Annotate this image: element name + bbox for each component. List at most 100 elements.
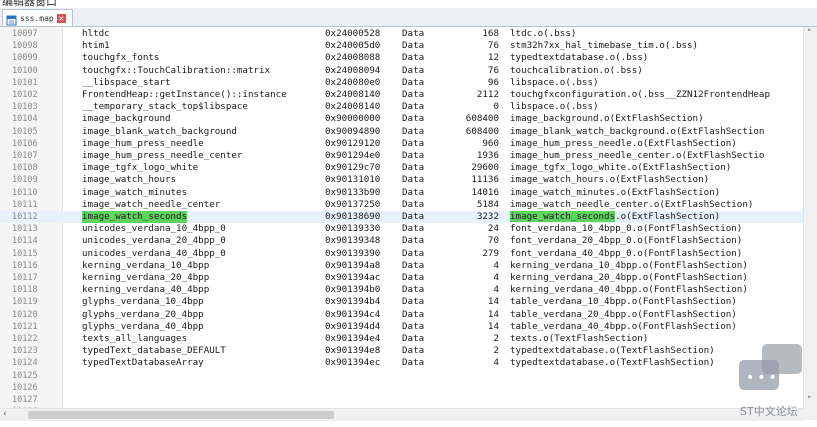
symbol-type: Data bbox=[402, 198, 425, 210]
map-line[interactable]: 10120 glyphs_verdana_20_4bpp 0x901394c4 Dat… bbox=[0, 309, 803, 321]
map-line[interactable]: 10106 image_hum_press_needle 0x90129120 Dat… bbox=[0, 138, 803, 150]
map-line[interactable]: 10127 bbox=[0, 394, 803, 406]
line-number: 10099 bbox=[12, 53, 38, 64]
symbol-size: 29600 bbox=[471, 162, 499, 174]
object-file: ltdc.o(.bss) bbox=[510, 28, 577, 39]
symbol-name: image_watch_hours bbox=[82, 174, 177, 186]
map-line[interactable]: 10114 unicodes_verdana_20_4bpp_0 0x9013934… bbox=[0, 235, 803, 247]
symbol-type: Data bbox=[402, 357, 425, 369]
map-line[interactable]: 10121 glyphs_verdana_40_4bpp 0x901394d4 Dat… bbox=[0, 321, 803, 333]
line-number: 10116 bbox=[12, 260, 38, 271]
symbol-type: Data bbox=[402, 101, 425, 113]
symbol-name: image_blank_watch_background bbox=[82, 125, 237, 137]
object-file: image_background.o(ExtFlashSection) bbox=[510, 113, 704, 125]
symbol-size: 1936 bbox=[476, 150, 499, 161]
map-line[interactable]: 10123 typedText_database_DEFAULT 0x901394e… bbox=[0, 345, 803, 357]
editor-area[interactable]: 10097 hltdc 0x24000528 Data 168 ltdc.o(.bss) 1… bbox=[0, 27, 803, 408]
symbol-type: Data bbox=[402, 137, 425, 149]
symbol-type: Data bbox=[402, 186, 425, 198]
symbol-address: 0x90094890 bbox=[325, 125, 381, 137]
symbol-size: 96 bbox=[487, 76, 499, 88]
symbol-name: image_watch_needle_center bbox=[82, 198, 221, 210]
object-file: kerning_verdana_20_4bpp.o(FontFlashSecti… bbox=[510, 272, 748, 283]
symbol-type: Data bbox=[402, 174, 425, 186]
symbol-size: 2 bbox=[493, 333, 499, 344]
object-file: image_watch_minutes.o(ExtFlashSection) bbox=[510, 186, 721, 198]
line-number: 10113 bbox=[12, 224, 38, 235]
scroll-left-icon[interactable]: ‹ bbox=[3, 409, 7, 419]
map-line[interactable]: 10115 unicodes_verdana_40_4bpp_0 0x9013939… bbox=[0, 248, 803, 260]
symbol-name: touchgfx_fonts bbox=[82, 52, 160, 64]
symbol-type: Data bbox=[402, 247, 425, 259]
line-number: 10122 bbox=[12, 334, 38, 344]
map-line[interactable]: 10097 hltdc 0x24000528 Data 168 ltdc.o(.bss) bbox=[0, 28, 803, 40]
map-line[interactable]: 10122 texts_all_languages 0x901394e4 Data 2 t… bbox=[0, 333, 803, 345]
map-line[interactable]: 10098 htim1 0x240005d0 Data 76 stm32h7xx_hal_… bbox=[0, 40, 803, 52]
symbol-name: image_tgfx_logo_white bbox=[82, 162, 199, 174]
map-line[interactable]: 10116 kerning_verdana_10_4bpp 0x901394a8 Da… bbox=[0, 260, 803, 272]
symbol-address: 0x901394d4 bbox=[325, 320, 381, 332]
symbol-address: 0x240080e0 bbox=[325, 76, 381, 88]
map-line[interactable]: 10112 image_watch_seconds 0x90138690 Data 32… bbox=[0, 211, 803, 224]
symbol-size: 960 bbox=[482, 137, 499, 149]
close-icon[interactable]: × bbox=[56, 13, 66, 23]
symbol-type: Data bbox=[402, 296, 425, 308]
object-file: image_hum_press_needle.o(ExtFlashSection… bbox=[510, 137, 737, 149]
object-file: libspace.o(.bss) bbox=[510, 76, 599, 88]
map-line[interactable]: 10113 unicodes_verdana_10_4bpp_0 0x9013933… bbox=[0, 223, 803, 235]
symbol-size: 14 bbox=[487, 308, 499, 320]
map-line[interactable]: 10104 image_background 0x90000000 Data 60840… bbox=[0, 113, 803, 125]
symbol-name: hltdc bbox=[82, 28, 110, 39]
map-line[interactable]: 10099 touchgfx_fonts 0x24008088 Data 12 typed… bbox=[0, 52, 803, 64]
map-line[interactable]: 10110 image_watch_minutes 0x90133b90 Data 14… bbox=[0, 187, 803, 199]
line-number: 10125 bbox=[12, 370, 38, 381]
symbol-size: 4 bbox=[493, 259, 499, 271]
symbol-name: image_hum_press_needle bbox=[82, 137, 204, 149]
line-number: 10114 bbox=[12, 236, 38, 247]
map-line[interactable]: 10105 image_blank_watch_background 0x90094… bbox=[0, 126, 803, 138]
symbol-address: 0x90137250 bbox=[325, 198, 381, 210]
horizontal-scrollbar[interactable]: ‹ bbox=[0, 408, 803, 421]
symbol-address: 0x90138690 bbox=[325, 211, 381, 222]
map-line[interactable]: 10126 bbox=[0, 382, 803, 394]
map-line[interactable]: 10124 typedTextDatabaseArray 0x901394ec Dat… bbox=[0, 357, 803, 369]
symbol-size: 14 bbox=[487, 296, 499, 308]
symbol-name: unicodes_verdana_10_4bpp_0 bbox=[82, 223, 226, 235]
map-line[interactable]: 10125 bbox=[0, 370, 803, 382]
symbol-address: 0x90139390 bbox=[325, 247, 381, 259]
map-line[interactable]: 10118 kerning_verdana_40_4bpp 0x901394b0 Da… bbox=[0, 284, 803, 296]
object-file: touchgfxconfiguration.o(.bss__ZZN12Front… bbox=[510, 89, 770, 100]
line-number: 10124 bbox=[12, 358, 38, 369]
map-line[interactable]: 10103 __temporary_stack_top$libspace 0x240… bbox=[0, 101, 803, 113]
symbol-type: Data bbox=[402, 320, 425, 332]
symbol-size: 76 bbox=[487, 40, 499, 52]
map-line[interactable]: 10108 image_tgfx_logo_white 0x90129c70 Data… bbox=[0, 162, 803, 174]
object-file: image_hum_press_needle_center.o(ExtFlash… bbox=[510, 150, 765, 161]
chat-dots: ••• bbox=[746, 370, 780, 386]
map-line[interactable]: 10117 kerning_verdana_20_4bpp 0x901394ac Da… bbox=[0, 272, 803, 284]
scrollbar-thumb[interactable] bbox=[28, 411, 334, 419]
symbol-address: 0x90133b90 bbox=[325, 186, 381, 198]
scroll-up-icon[interactable]: ˄ bbox=[807, 29, 812, 39]
line-number: 10101 bbox=[12, 77, 38, 88]
symbol-size: 168 bbox=[482, 28, 499, 39]
map-line[interactable]: 10109 image_watch_hours 0x90131010 Data 1113… bbox=[0, 174, 803, 186]
symbol-size: 70 bbox=[487, 235, 499, 247]
map-line[interactable]: 10111 image_watch_needle_center 0x90137250… bbox=[0, 199, 803, 211]
object-file: texts.o(TextFlashSection) bbox=[510, 333, 649, 344]
tab-sss-map[interactable]: sss.map × bbox=[2, 9, 73, 26]
symbol-address: 0x901394e8 bbox=[325, 345, 381, 357]
map-line[interactable]: 10101 __libspace_start 0x240080e0 Data 96 lib… bbox=[0, 77, 803, 89]
map-line[interactable]: 10100 touchgfx::TouchCalibration::matrix 0… bbox=[0, 65, 803, 77]
symbol-name: image_watch_minutes bbox=[82, 186, 188, 198]
symbol-address: 0x90129120 bbox=[325, 137, 381, 149]
symbol-address: 0x90139348 bbox=[325, 235, 381, 247]
symbol-type: Data bbox=[402, 211, 425, 222]
object-file: touchcalibration.o(.bss) bbox=[510, 64, 643, 76]
map-line[interactable]: 10102 FrontendHeap::getInstance()::instan… bbox=[0, 89, 803, 101]
map-line[interactable]: 10107 image_hum_press_needle_center 0x9012… bbox=[0, 150, 803, 162]
line-number: 10098 bbox=[12, 41, 38, 52]
symbol-address: 0x24008088 bbox=[325, 52, 381, 64]
symbol-name: unicodes_verdana_40_4bpp_0 bbox=[82, 247, 226, 259]
map-line[interactable]: 10119 glyphs_verdana_10_4bpp 0x901394b4 Dat… bbox=[0, 296, 803, 308]
